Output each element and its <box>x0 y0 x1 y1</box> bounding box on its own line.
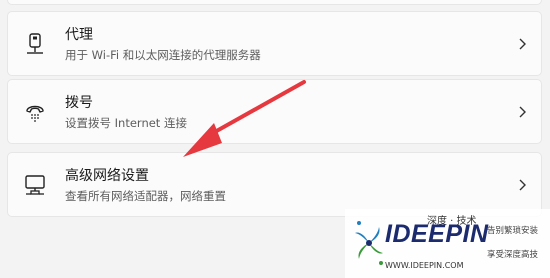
proxy-title: 代理 <box>65 27 93 43</box>
dial-up-subtitle: 设置拨号 Internet 连接 <box>65 116 187 130</box>
chevron-right-icon <box>519 38 526 50</box>
chevron-right-icon <box>519 106 526 118</box>
dial-up-title: 拨号 <box>65 95 93 111</box>
settings-row-advanced-network[interactable]: 高级网络设置 查看所有网络适配器，网络重置 <box>7 152 542 217</box>
advanced-network-subtitle: 查看所有网络适配器，网络重置 <box>65 189 226 203</box>
dial-up-icon <box>21 98 49 126</box>
watermark-url: WWW.IDEEPIN.COM <box>385 261 464 270</box>
advanced-network-icon <box>21 171 49 199</box>
settings-row-dial-up[interactable]: 拨号 设置拨号 Internet 连接 <box>7 79 542 144</box>
chevron-right-icon <box>519 179 526 191</box>
proxy-icon <box>21 30 49 58</box>
proxy-subtitle: 用于 Wi-Fi 和以太网连接的代理服务器 <box>65 48 261 62</box>
watermark-slogan-2: 享受深度高技 <box>487 250 539 260</box>
ideepin-logo-icon <box>355 221 383 265</box>
watermark: 深度 · 技术 IDEEPIN 告别繁琐安装 享受深度高技 WWW.IDEEPI… <box>345 209 550 278</box>
settings-row-proxy[interactable]: 代理 用于 Wi-Fi 和以太网连接的代理服务器 <box>7 11 542 76</box>
settings-card-partial <box>7 0 542 5</box>
watermark-brand: IDEEPIN <box>385 220 489 248</box>
watermark-slogan-1: 告别繁琐安装 <box>487 226 539 236</box>
advanced-network-title: 高级网络设置 <box>65 168 149 184</box>
